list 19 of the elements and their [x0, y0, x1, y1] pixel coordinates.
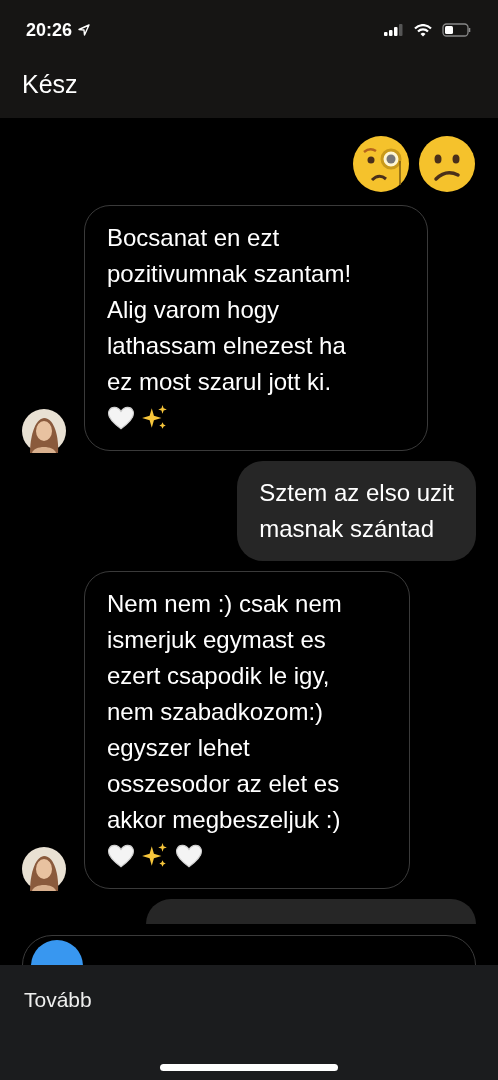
sparkles-icon [141, 842, 169, 870]
sparkles-icon [141, 404, 169, 432]
heart-icon [107, 842, 135, 870]
message-text: Nem nem :) csak nem ismerjuk egymast es ezert csapodik le igy, nem szabadkozom:) egyszer lehet osszesodor az elet es akkor megbeszeljuk :) [107, 589, 343, 835]
confused-face-icon [418, 135, 476, 193]
avatar[interactable] [22, 847, 66, 891]
done-button[interactable]: Kész [22, 69, 78, 99]
message-text: Sztem az elso uzit masnak szántad [259, 478, 454, 544]
monocle-face-icon [352, 135, 410, 193]
location-arrow-icon [78, 24, 91, 36]
signal-icon [384, 24, 404, 36]
message-text: Bocsanat en ezt pozitivumnak szantam! Alig varom hogy lathassam elnezest ha ez most szarul jott ki. [107, 223, 353, 397]
heart-icon [107, 404, 135, 432]
more-button[interactable]: Tovább [24, 988, 92, 1012]
avatar[interactable] [22, 409, 66, 453]
wifi-icon [414, 23, 432, 37]
battery-icon [442, 23, 472, 37]
status-time: 20:26 [26, 19, 73, 41]
heart-icon [175, 842, 203, 870]
